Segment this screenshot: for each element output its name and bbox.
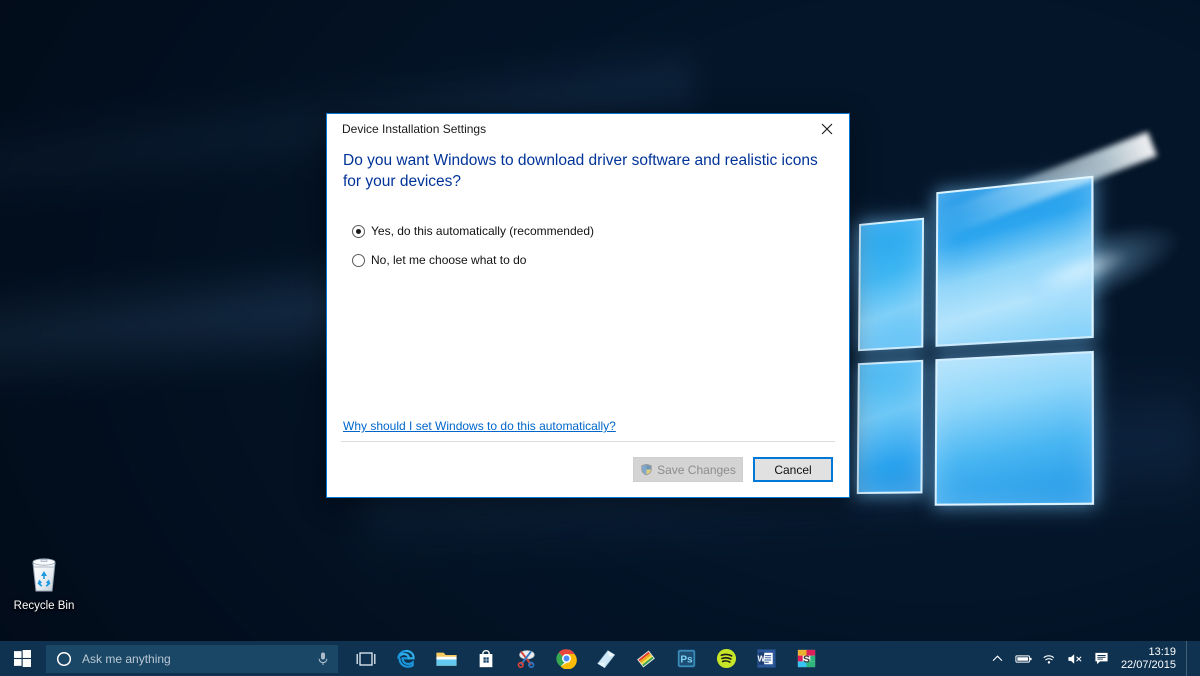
microsoft-word-icon: W — [756, 648, 777, 669]
radio-option-no-label: No, let me choose what to do — [371, 253, 526, 267]
cancel-label: Cancel — [774, 463, 811, 477]
start-button[interactable] — [0, 641, 44, 676]
microsoft-store-icon — [476, 649, 496, 669]
close-icon[interactable] — [804, 114, 849, 143]
taskbar-item-color-diamond-app[interactable] — [626, 641, 666, 676]
taskbar-item-microsoft-store[interactable] — [466, 641, 506, 676]
taskbar-item-file-explorer[interactable] — [426, 641, 466, 676]
taskbar-item-snipping-tool[interactable] — [506, 641, 546, 676]
recycle-bin-label: Recycle Bin — [14, 600, 75, 613]
taskbar-item-microsoft-word[interactable]: W — [746, 641, 786, 676]
taskbar[interactable]: Ask me anything — [0, 641, 1200, 676]
cancel-button[interactable]: Cancel — [753, 457, 833, 482]
adobe-photoshop-icon: Ps — [676, 648, 697, 669]
clock-time: 13:19 — [1148, 646, 1176, 659]
speaker-muted-icon — [1067, 652, 1084, 666]
network-button[interactable] — [1037, 641, 1063, 676]
google-chrome-icon — [556, 648, 577, 669]
show-desktop-button[interactable] — [1186, 641, 1194, 676]
microsoft-edge-icon — [395, 648, 417, 670]
microphone-icon[interactable] — [316, 651, 330, 667]
radio-unselected-icon — [352, 254, 365, 267]
radio-option-yes-label: Yes, do this automatically (recommended) — [371, 224, 594, 238]
uac-shield-icon — [640, 463, 653, 476]
speech-bubble-icon — [1094, 651, 1109, 666]
save-changes-label: Save Changes — [657, 463, 736, 477]
action-center-button[interactable] — [1089, 641, 1115, 676]
snipping-tool-icon — [515, 648, 537, 669]
radio-option-no[interactable]: No, let me choose what to do — [352, 247, 831, 273]
radio-selected-icon — [352, 225, 365, 238]
svg-text:S: S — [802, 654, 809, 666]
radio-option-yes[interactable]: Yes, do this automatically (recommended) — [352, 218, 831, 244]
battery-icon — [1015, 653, 1033, 665]
spotify-icon — [716, 648, 737, 669]
dialog-titlebar[interactable]: Device Installation Settings — [327, 114, 849, 144]
desktop[interactable]: Recycle Bin Device Installation Settings… — [0, 0, 1200, 676]
color-diamond-icon — [635, 648, 657, 670]
system-tray: 13:19 22/07/2015 — [985, 641, 1200, 676]
taskbar-item-adobe-photoshop[interactable]: Ps — [666, 641, 706, 676]
taskbar-app-icons: Ps — [338, 641, 826, 676]
battery-button[interactable] — [1011, 641, 1037, 676]
clock-date: 22/07/2015 — [1121, 659, 1176, 672]
recycle-bin-icon — [22, 552, 66, 596]
task-view-icon — [355, 650, 377, 668]
volume-button[interactable] — [1063, 641, 1089, 676]
desktop-icon-recycle-bin[interactable]: Recycle Bin — [4, 552, 84, 624]
chevron-up-icon — [991, 652, 1004, 665]
taskbar-item-task-view[interactable] — [346, 641, 386, 676]
dialog-title: Device Installation Settings — [327, 122, 486, 136]
help-link[interactable]: Why should I set Windows to do this auto… — [343, 419, 616, 433]
windows-start-icon — [14, 650, 31, 667]
taskbar-item-notepad[interactable] — [586, 641, 626, 676]
show-hidden-icons-button[interactable] — [985, 641, 1011, 676]
taskbar-item-slack[interactable]: S — [786, 641, 826, 676]
cortana-circle-icon — [56, 651, 72, 667]
search-placeholder: Ask me anything — [72, 652, 316, 666]
device-installation-settings-dialog[interactable]: Device Installation Settings Do you want… — [326, 113, 850, 498]
taskbar-item-google-chrome[interactable] — [546, 641, 586, 676]
svg-text:W: W — [757, 655, 765, 664]
dialog-heading: Do you want Windows to download driver s… — [343, 150, 827, 192]
file-explorer-icon — [435, 649, 458, 669]
slack-icon: S — [796, 648, 817, 669]
save-changes-button[interactable]: Save Changes — [633, 457, 743, 482]
taskbar-item-spotify[interactable] — [706, 641, 746, 676]
dialog-footer: Save Changes Cancel — [341, 441, 835, 497]
notepad-icon — [595, 648, 617, 669]
taskbar-item-microsoft-edge[interactable] — [386, 641, 426, 676]
search-input[interactable]: Ask me anything — [46, 645, 338, 673]
svg-text:Ps: Ps — [680, 655, 693, 666]
wifi-icon — [1042, 652, 1057, 666]
dialog-body: Do you want Windows to download driver s… — [327, 144, 849, 441]
clock[interactable]: 13:19 22/07/2015 — [1115, 641, 1186, 676]
